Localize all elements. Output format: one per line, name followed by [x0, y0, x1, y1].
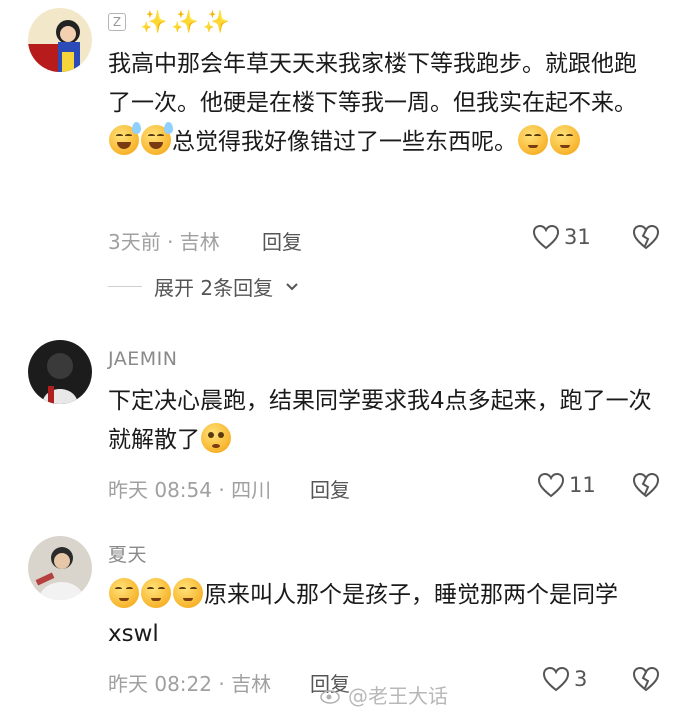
like-count: 31	[564, 225, 591, 249]
comment-meta: 昨天 08:22 · 吉林	[108, 672, 272, 696]
dislike-button[interactable]	[632, 666, 660, 696]
like-button[interactable]: 3	[542, 666, 587, 692]
comment-text: 下定决心晨跑，结果同学要求我4点多起来，跑了一次就解散了	[108, 382, 656, 460]
reply-button[interactable]: 回复	[262, 226, 302, 255]
avatar[interactable]	[28, 340, 92, 404]
dislike-button[interactable]	[632, 224, 660, 254]
comment-text-part1: 下定决心晨跑，结果同学要求我4点多起来，跑了一次就解散了	[108, 388, 652, 453]
watermark-text: @老王大话	[348, 684, 448, 708]
relieved-emoji	[518, 125, 548, 155]
like-button[interactable]: 31	[532, 224, 591, 250]
relieved-emoji	[550, 125, 580, 155]
watermark: @老王大话	[320, 680, 448, 708]
heart-icon	[537, 472, 565, 498]
comment-text-part2: 总觉得我好像错过了一些东西呢。	[172, 129, 517, 155]
heart-icon	[532, 224, 560, 250]
weibo-logo-icon	[320, 689, 340, 704]
grinning-sweat-emoji	[109, 122, 141, 155]
username[interactable]: 夏天	[108, 540, 147, 567]
sparkles-icon: ✨✨✨	[140, 10, 235, 35]
username[interactable]: JAEMIN	[108, 348, 177, 370]
dizzy-face-emoji	[141, 578, 171, 608]
avatar[interactable]	[28, 536, 92, 600]
broken-heart-icon	[632, 224, 660, 250]
comment-text-part1: 我高中那会年草天天来我家楼下等我跑步。就跟他跑了一次。他硬是在楼下等我一周。但我…	[108, 51, 637, 116]
grinning-sweat-emoji	[141, 122, 173, 155]
avatar[interactable]	[28, 8, 92, 72]
heart-icon	[542, 666, 570, 692]
like-count: 3	[574, 667, 588, 691]
chevron-down-icon	[286, 282, 298, 290]
flushed-emoji	[201, 423, 231, 453]
dizzy-face-emoji	[109, 578, 139, 608]
dizzy-face-emoji	[173, 578, 203, 608]
comment-text: 原来叫人那个是孩子，睡觉那两个是同学xswl	[108, 576, 656, 654]
reply-button[interactable]: 回复	[310, 474, 350, 503]
comment-meta: 昨天 08:54 · 四川	[108, 478, 272, 502]
divider-line	[108, 286, 142, 287]
expand-replies-button[interactable]: 展开 2条回复	[108, 272, 299, 301]
broken-heart-icon	[632, 472, 660, 498]
like-count: 11	[569, 473, 596, 497]
expand-replies-label: 展开 2条回复	[154, 276, 274, 300]
like-button[interactable]: 11	[537, 472, 596, 498]
comment-text: 我高中那会年草天天来我家楼下等我跑步。就跟他跑了一次。他硬是在楼下等我一周。但我…	[108, 45, 656, 162]
comment-meta: 3天前 · 吉林	[108, 230, 220, 254]
broken-heart-icon	[632, 666, 660, 692]
dislike-button[interactable]	[632, 472, 660, 502]
user-badge-icon: Z	[108, 13, 126, 31]
